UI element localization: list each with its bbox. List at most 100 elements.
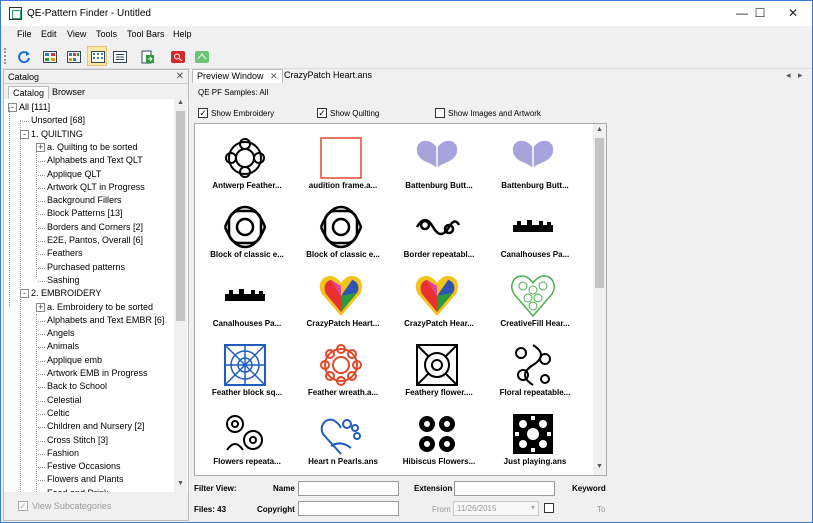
copyright-input[interactable] [298,501,399,516]
scroll-down-arrow-icon[interactable]: ▼ [174,480,187,487]
pattern-thumbnail[interactable]: Feather block sq... [199,335,295,405]
show-quilting-checkbox[interactable]: ✓ [317,108,327,118]
tree-item[interactable]: Animals [47,340,79,353]
pattern-thumbnail[interactable]: Flowers repeata... [199,404,295,474]
pattern-thumbnail[interactable]: Floral repeatable... [487,335,583,405]
tree-item[interactable]: Feathers [47,247,83,260]
pattern-thumbnail[interactable]: audition frame.a... [295,128,391,198]
tree-item[interactable]: Borders and Corners [2] [47,221,143,234]
export-button[interactable] [137,46,157,66]
tab-close-icon[interactable]: ✕ [270,71,278,81]
tree-item[interactable]: Block Patterns [13] [47,207,123,220]
tree-item[interactable]: Sashing [47,274,80,287]
scroll-up-arrow-icon[interactable]: ▲ [174,99,187,106]
tree-expander-icon[interactable]: + [36,142,45,152]
pattern-thumbnail[interactable]: Block of classic e... [295,197,391,267]
pattern-thumbnail[interactable]: Feather wreath.a... [295,335,391,405]
menu-file[interactable]: File [17,29,32,39]
view-medium-button[interactable] [63,46,83,66]
catalog-scroll-thumb[interactable] [176,111,185,321]
menu-view[interactable]: View [67,29,86,39]
grid-scroll-thumb[interactable] [595,138,604,288]
pattern-thumbnail[interactable]: CrazyPatch Heart... [295,266,391,336]
pattern-thumbnail[interactable]: Canalhouses Pa... [199,266,295,336]
tree-item[interactable]: Festive Occasions [47,460,121,473]
pattern-thumbnail[interactable]: CrazyPatch Hear... [391,266,487,336]
date-filter-checkbox[interactable] [544,503,554,513]
maximize-button[interactable]: ☐ [742,1,778,26]
grid-scroll-down-icon[interactable]: ▼ [593,463,606,470]
menu-tools[interactable]: Tools [96,29,117,39]
show-embroidery-checkbox[interactable]: ✓ [198,108,208,118]
grid-scrollbar[interactable]: ▲ ▼ [593,124,606,475]
name-input[interactable] [298,481,399,496]
tree-item[interactable]: Background Fillers [47,194,122,207]
search-green-button[interactable] [191,46,211,66]
tree-item[interactable]: Back to School [47,380,107,393]
tab-catalog[interactable]: Catalog [8,86,50,99]
tree-item[interactable]: Artwork QLT in Progress [47,181,145,194]
pattern-thumbnail[interactable]: Battenburg Butt... [391,128,487,198]
tree-expander-icon[interactable]: - [20,129,29,139]
tree-item[interactable]: Artwork EMB in Progress [47,367,148,380]
search-red-button[interactable] [167,46,187,66]
tree-item[interactable]: Fashion [47,447,79,460]
menu-toolbars[interactable]: Tool Bars [127,29,165,39]
menu-edit[interactable]: Edit [41,29,57,39]
view-subcategories-checkbox[interactable]: ✓ [18,501,28,511]
tree-item[interactable]: Celtic [47,407,70,420]
tree-item[interactable]: Cross Stitch [3] [47,434,108,447]
pattern-thumbnail[interactable]: Just playing.ans [487,404,583,474]
tree-expander-icon[interactable]: + [36,302,45,312]
grid-scroll-up-icon[interactable]: ▲ [593,126,606,133]
tree-item[interactable]: E2E, Pantos, Overall [6] [47,234,143,247]
calendar-dropdown-icon[interactable]: ▾ [531,503,535,512]
pattern-thumbnail[interactable]: Hibiscus Flowers... [391,404,487,474]
tree-item[interactable]: 1. QUILTING [31,128,83,141]
tree-item[interactable]: Alphabets and Text EMBR [6] [47,314,164,327]
tree-item[interactable]: Flowers and Plants [47,473,124,486]
show-images-checkbox[interactable] [435,108,445,118]
flower-square-icon [416,344,458,386]
view-small-button[interactable] [87,46,107,66]
pattern-thumbnail[interactable]: Feathery flower.... [391,335,487,405]
tree-item[interactable]: 2. EMBROIDERY [31,287,101,300]
pattern-thumbnail[interactable]: Canalhouses Pa... [487,197,583,267]
tree-item[interactable]: All [111] [19,101,50,114]
tree-item[interactable]: Purchased patterns [47,261,125,274]
pattern-thumbnail[interactable]: Antwerp Feather... [199,128,295,198]
tab-scroll-right-icon[interactable]: ▸ [798,70,803,81]
tree-item[interactable]: Applique QLT [47,168,101,181]
toolbar-grip[interactable] [4,48,7,64]
menu-help[interactable]: Help [173,29,192,39]
catalog-scrollbar[interactable]: ▲ ▼ [174,99,187,492]
tree-item[interactable]: Celestial [47,394,82,407]
close-button[interactable]: ✕ [775,1,811,26]
tree-item[interactable]: Unsorted [68] [31,114,85,127]
view-large-button[interactable] [39,46,59,66]
pattern-thumbnail[interactable]: Border repeatabl... [391,197,487,267]
tab-browser[interactable]: Browser [48,86,89,99]
tree-expander-icon[interactable]: - [20,289,29,299]
tab-crazypatch-heart[interactable]: CrazyPatch Heart.ans [280,69,376,83]
extension-input[interactable] [454,481,555,496]
catalog-panel-close-icon[interactable]: ✕ [176,71,184,82]
tree-connector [38,161,45,163]
tree-item[interactable]: Children and Nursery [2] [47,420,145,433]
tree-item[interactable]: Alphabets and Text QLT [47,154,143,167]
tree-item[interactable]: Applique emb [47,354,102,367]
tree-item[interactable]: a. Quilting to be sorted [47,141,138,154]
pattern-thumbnail[interactable]: Battenburg Butt... [487,128,583,198]
tab-scroll-left-icon[interactable]: ◂ [786,70,791,81]
pattern-thumbnail[interactable]: CreativeFill Hear... [487,266,583,336]
tree-item[interactable]: Angels [47,327,75,340]
pattern-thumbnail[interactable]: Block of classic e... [199,197,295,267]
tab-preview-window[interactable]: Preview Window ✕ [192,69,283,83]
view-list-button[interactable] [109,46,129,66]
tree-connector [38,400,45,402]
tree-connector [38,227,45,229]
pattern-thumbnail[interactable]: Heart n Pearls.ans [295,404,391,474]
tree-item[interactable]: a. Embroidery to be sorted [47,301,153,314]
refresh-button[interactable] [13,46,33,66]
from-date-picker[interactable]: 11/26/2015 ▾ [453,501,539,516]
